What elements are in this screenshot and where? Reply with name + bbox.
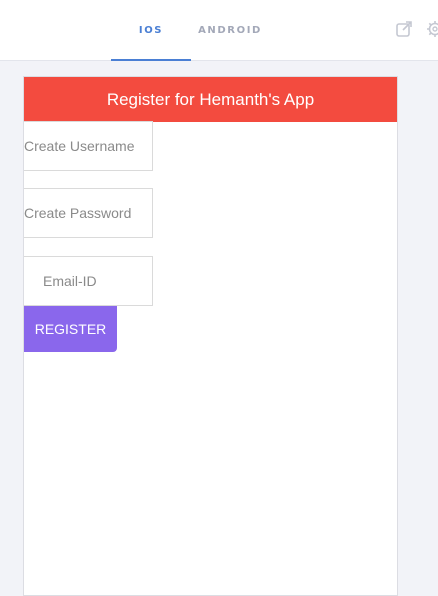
- tab-android[interactable]: ANDROID: [196, 0, 264, 61]
- register-button[interactable]: REGISTER: [24, 306, 117, 352]
- app-header-title: Register for Hemanth's App: [24, 77, 397, 122]
- gear-icon[interactable]: [426, 20, 438, 38]
- tab-ios[interactable]: IOS: [111, 0, 191, 61]
- external-link-icon[interactable]: [395, 20, 413, 38]
- preview-topbar: IOS ANDROID: [0, 0, 438, 61]
- device-preview: Register for Hemanth's App REGISTER: [23, 76, 398, 596]
- username-input[interactable]: [24, 121, 153, 171]
- password-input[interactable]: [24, 188, 153, 238]
- email-input[interactable]: [24, 256, 153, 306]
